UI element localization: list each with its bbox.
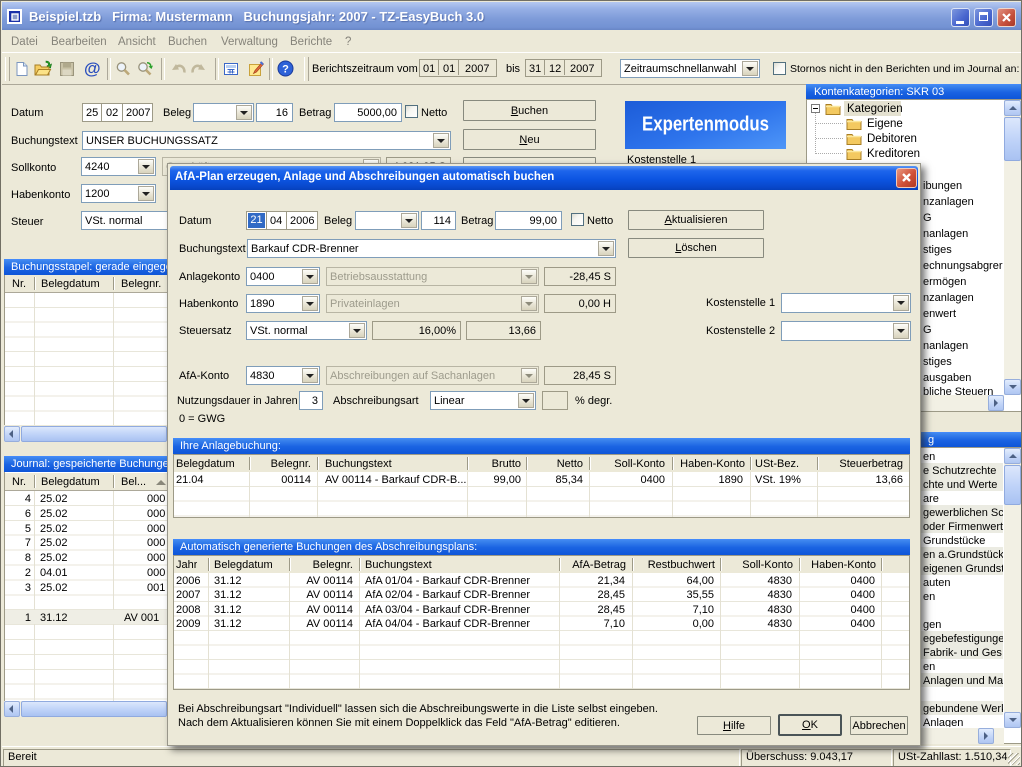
- svg-text:?: ?: [282, 64, 289, 76]
